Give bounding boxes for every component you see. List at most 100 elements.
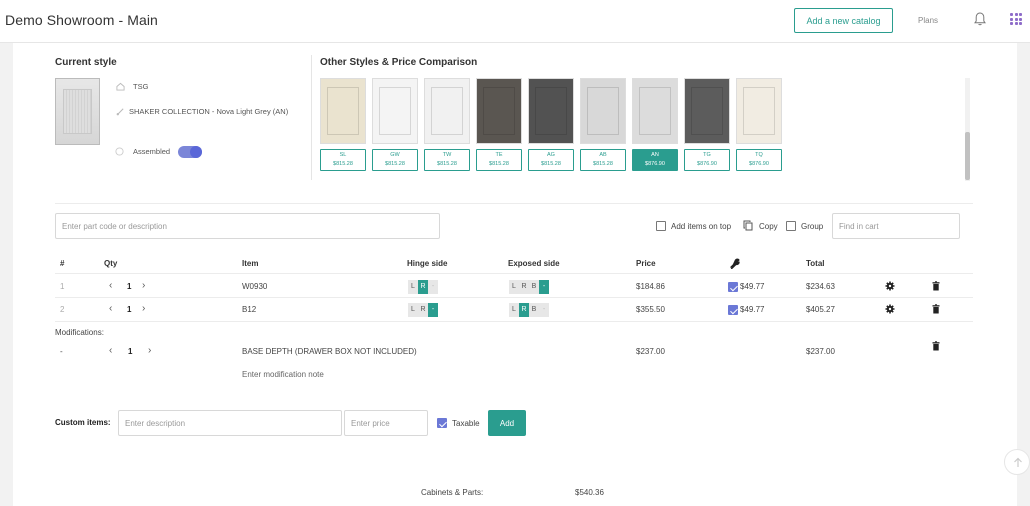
hinge-option-l[interactable]: L	[408, 303, 418, 317]
hinge-side-selector[interactable]: L R -	[408, 280, 438, 294]
style-swatch	[684, 78, 730, 144]
trash-icon[interactable]	[931, 304, 941, 314]
style-option[interactable]: AB $815.28	[580, 78, 626, 171]
other-styles-title: Other Styles & Price Comparison	[320, 57, 478, 68]
plans-link[interactable]: Plans	[918, 16, 938, 25]
style-tag[interactable]: TG $876.90	[684, 149, 730, 171]
qty-value[interactable]: 1	[128, 347, 132, 356]
exposed-option-none[interactable]: -	[539, 280, 549, 294]
style-tag[interactable]: AB $815.28	[580, 149, 626, 171]
current-style-image	[55, 78, 100, 145]
gear-icon[interactable]	[885, 281, 895, 291]
qty-increase-button[interactable]: ›	[142, 281, 145, 291]
hinge-option-none[interactable]: -	[428, 280, 438, 294]
assembled-toggle[interactable]	[178, 146, 202, 158]
hinge-option-r[interactable]: R	[418, 280, 428, 294]
scroll-to-top-button[interactable]	[1004, 449, 1030, 475]
styles-scrollbar-thumb[interactable]	[965, 132, 970, 180]
hinge-side-selector[interactable]: L R -	[408, 303, 438, 317]
top-bar: Demo Showroom - Main Add a new catalog P…	[0, 0, 1030, 43]
modification-price: $237.00	[636, 347, 665, 356]
modification-total: $237.00	[806, 347, 835, 356]
hinge-option-r[interactable]: R	[418, 303, 428, 317]
divider	[55, 297, 973, 298]
modifications-label: Modifications:	[55, 328, 104, 337]
style-swatch	[632, 78, 678, 144]
exposed-side-selector[interactable]: L R B -	[509, 303, 549, 317]
style-option[interactable]: SL $815.28	[320, 78, 366, 171]
taxable-checkbox[interactable]	[437, 418, 447, 428]
style-tag[interactable]: SL $815.28	[320, 149, 366, 171]
qty-increase-button[interactable]: ›	[148, 346, 151, 356]
custom-price-input[interactable]	[344, 410, 428, 436]
bell-icon[interactable]	[973, 11, 987, 27]
section-divider	[311, 55, 312, 180]
add-items-on-top-checkbox[interactable]	[656, 221, 666, 231]
item-total: $234.63	[806, 282, 835, 291]
part-search-input[interactable]	[55, 213, 440, 239]
qty-decrease-button[interactable]: ‹	[109, 281, 112, 291]
copy-icon[interactable]	[743, 220, 753, 231]
style-tag[interactable]: AG $815.28	[528, 149, 574, 171]
style-option[interactable]: TE $815.28	[476, 78, 522, 171]
col-header-item: Item	[242, 259, 259, 268]
style-option[interactable]: TQ $876.90	[736, 78, 782, 171]
assembled-label: Assembled	[133, 147, 171, 156]
modification-note-input[interactable]: Enter modification note	[242, 370, 324, 379]
brand-name: TSG	[133, 82, 149, 91]
find-in-cart-input[interactable]	[832, 213, 960, 239]
hinge-option-l[interactable]: L	[408, 280, 418, 294]
group-checkbox[interactable]	[786, 221, 796, 231]
assembly-price: $49.77	[740, 282, 765, 291]
col-header-exposed: Exposed side	[508, 259, 560, 268]
assembly-checkbox[interactable]	[728, 305, 738, 315]
exposed-side-selector[interactable]: L R B -	[509, 280, 549, 294]
copy-label[interactable]: Copy	[759, 222, 778, 231]
style-option[interactable]: AN $876.90	[632, 78, 678, 171]
exposed-option-b[interactable]: B	[529, 280, 539, 294]
style-tag[interactable]: TE $815.28	[476, 149, 522, 171]
style-options-strip: SL $815.28 GW $815.28 TW $815.28 TE $815.28 …	[320, 78, 965, 178]
item-code: W0930	[242, 282, 268, 291]
col-header-num: #	[60, 259, 65, 268]
qty-decrease-button[interactable]: ‹	[109, 304, 112, 314]
style-option[interactable]: AG $815.28	[528, 78, 574, 171]
style-option[interactable]: GW $815.28	[372, 78, 418, 171]
qty-value[interactable]: 1	[127, 282, 131, 291]
add-items-on-top-label: Add items on top	[671, 222, 732, 231]
trash-icon[interactable]	[931, 341, 941, 351]
exposed-option-r[interactable]: R	[519, 280, 529, 294]
exposed-option-l[interactable]: L	[509, 280, 519, 294]
trash-icon[interactable]	[931, 281, 941, 291]
style-option[interactable]: TW $815.28	[424, 78, 470, 171]
wrench-icon	[730, 258, 740, 269]
gear-icon[interactable]	[885, 304, 895, 314]
assembly-checkbox[interactable]	[728, 282, 738, 292]
style-tag[interactable]: TW $815.28	[424, 149, 470, 171]
custom-items-label: Custom items:	[55, 418, 111, 427]
app-title: Demo Showroom - Main	[5, 12, 158, 28]
exposed-option-b[interactable]: B	[529, 303, 539, 317]
toggle-knob	[190, 146, 202, 158]
collection-name: SHAKER COLLECTION - Nova Light Grey (AN)	[129, 107, 289, 116]
add-catalog-button[interactable]: Add a new catalog	[794, 8, 893, 33]
custom-description-input[interactable]	[118, 410, 342, 436]
exposed-option-r[interactable]: R	[519, 303, 529, 317]
cabinets-parts-label: Cabinets & Parts:	[421, 488, 484, 497]
style-option[interactable]: TG $876.90	[684, 78, 730, 171]
style-tag[interactable]: AN $876.90	[632, 149, 678, 171]
add-custom-item-button[interactable]: Add	[488, 410, 526, 436]
exposed-option-none[interactable]: -	[539, 303, 549, 317]
style-tag[interactable]: GW $815.28	[372, 149, 418, 171]
hinge-option-none[interactable]: -	[428, 303, 438, 317]
exposed-option-l[interactable]: L	[509, 303, 519, 317]
style-tag[interactable]: TQ $876.90	[736, 149, 782, 171]
style-swatch	[424, 78, 470, 144]
style-swatch	[372, 78, 418, 144]
apps-grid-icon[interactable]	[1010, 13, 1022, 25]
divider	[55, 321, 973, 322]
item-price: $355.50	[636, 305, 665, 314]
qty-decrease-button[interactable]: ‹	[109, 346, 112, 356]
qty-value[interactable]: 1	[127, 305, 131, 314]
qty-increase-button[interactable]: ›	[142, 304, 145, 314]
